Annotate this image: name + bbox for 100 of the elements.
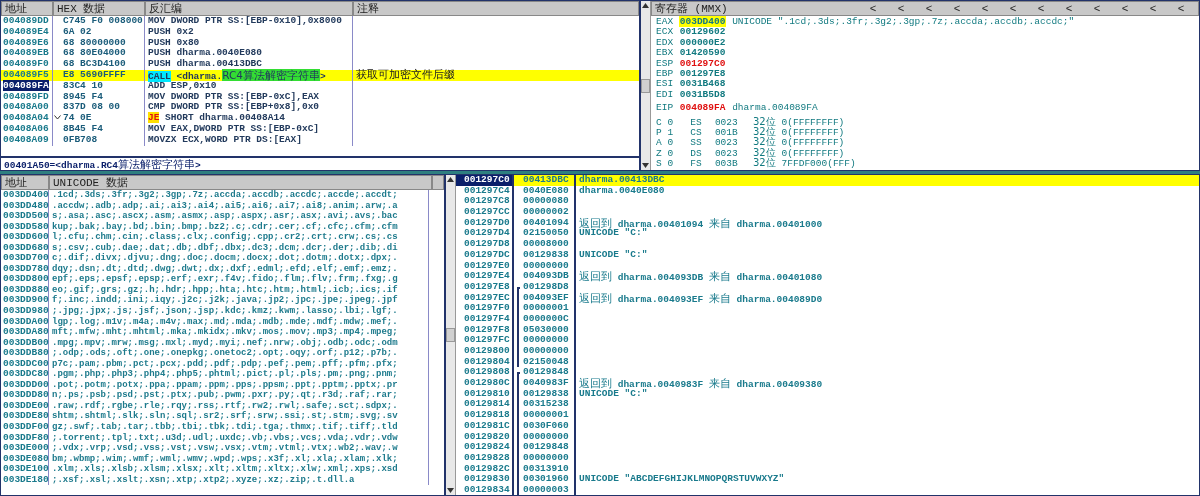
address-cell[interactable]: 003DE000 (1, 443, 49, 454)
register-value[interactable]: 000000E2 (678, 36, 727, 48)
address-cell[interactable]: 001297D0 (456, 217, 514, 229)
address-cell[interactable]: 004089F0 (3, 58, 49, 70)
address-cell[interactable]: 003DD780 (1, 263, 49, 275)
address-cell[interactable]: 001297E8 (456, 281, 514, 293)
register-value[interactable]: 0031B5D8 (678, 88, 727, 100)
address-cell[interactable]: 004089E4 (3, 25, 49, 37)
address-cell[interactable]: 003DDB00 (1, 337, 49, 349)
address-cell[interactable]: 00129824 (456, 442, 514, 453)
register-value[interactable]: 00129602 (678, 26, 727, 38)
address-cell[interactable]: 001297CC (456, 207, 514, 218)
address-cell[interactable]: 003DD980 (1, 306, 49, 317)
address-cell[interactable]: 001297E0 (456, 260, 514, 272)
address-cell[interactable]: 003DDE00 (1, 400, 49, 412)
address-cell[interactable]: 004089FA (3, 79, 49, 91)
scroll-arrow[interactable]: < (943, 1, 971, 16)
address-cell[interactable]: 003DD880 (1, 284, 49, 296)
address-cell[interactable]: 003DD600 (1, 232, 49, 243)
address-cell[interactable]: 003DDD00 (1, 379, 49, 391)
address-cell[interactable]: 003DD500 (1, 211, 49, 222)
address-cell[interactable]: 00408A06 (3, 122, 49, 134)
address-cell[interactable]: 004089DD (3, 15, 49, 26)
address-cell[interactable]: 003DDE80 (1, 411, 49, 423)
address-cell[interactable]: 003DE180 (1, 474, 49, 486)
register-value[interactable]: 004089FA (678, 102, 727, 114)
scroll-arrow[interactable]: < (1167, 1, 1195, 16)
address-cell[interactable]: 00129830 (456, 474, 514, 485)
address-cell[interactable]: 003DDA00 (1, 316, 49, 328)
register-value[interactable]: 003DD400 (678, 16, 727, 27)
address-cell[interactable]: 003DE100 (1, 464, 49, 475)
address-cell[interactable]: 004089FD (3, 90, 49, 102)
address-cell[interactable]: 003DE080 (1, 453, 49, 465)
scroll-arrow[interactable]: < (1111, 1, 1139, 16)
register-value[interactable]: 01420590 (678, 47, 727, 59)
scroll-arrow[interactable]: < (915, 1, 943, 16)
register-value[interactable]: 001297C0 (678, 57, 727, 69)
address-cell[interactable]: 00129834 (456, 484, 514, 495)
address-cell[interactable]: 001297C4 (456, 185, 514, 197)
address-cell[interactable]: 004089F5 (3, 69, 49, 80)
address-cell[interactable]: 001297E4 (456, 271, 514, 282)
address-cell[interactable]: 003DDC00 (1, 358, 49, 370)
address-cell[interactable]: 00129818 (456, 410, 514, 421)
address-cell[interactable]: 00129804 (456, 356, 514, 368)
scrollbar[interactable] (446, 175, 456, 495)
scroll-arrow[interactable]: < (1083, 1, 1111, 16)
scroll-arrow[interactable]: < (971, 1, 999, 16)
address-cell[interactable]: 001297F8 (456, 324, 514, 336)
column-header[interactable]: 地址 (1, 1, 53, 16)
address-cell[interactable]: 00129820 (456, 431, 514, 443)
address-cell[interactable]: 004089E6 (3, 36, 49, 48)
address-cell[interactable]: 003DDD80 (1, 390, 49, 401)
scroll-arrow[interactable]: < (999, 1, 1027, 16)
column-header[interactable]: UNICODE 数据 (49, 175, 432, 190)
address-cell[interactable]: 001297D4 (456, 228, 514, 240)
address-cell[interactable]: 00129808 (456, 367, 514, 379)
address-cell[interactable]: 001297EC (456, 292, 514, 304)
address-cell[interactable]: 00408A04 (3, 112, 49, 124)
column-header[interactable]: 地址 (1, 175, 49, 190)
address-cell[interactable]: 001297F0 (456, 303, 514, 314)
address-cell[interactable]: 003DD580 (1, 221, 49, 233)
address-cell[interactable]: 001297F4 (456, 313, 514, 325)
address-cell[interactable]: 001297DC (456, 249, 514, 261)
address-cell[interactable]: 003DD700 (1, 253, 49, 264)
address-cell[interactable]: 0012980C (456, 378, 514, 389)
address-cell[interactable]: 003DDC80 (1, 369, 49, 380)
scroll-thumb[interactable] (641, 78, 650, 93)
address-cell[interactable]: 003DDB80 (1, 348, 49, 359)
address-cell[interactable]: 00408A09 (3, 133, 49, 145)
scroll-arrow[interactable]: < (1055, 1, 1083, 16)
scroll-down-icon[interactable] (642, 163, 649, 168)
address-cell[interactable]: 003DDF00 (1, 422, 49, 433)
address-cell[interactable]: 001297C0 (456, 175, 514, 186)
address-cell[interactable]: 00408A00 (3, 101, 49, 113)
address-cell[interactable]: 00129810 (456, 388, 514, 400)
column-header[interactable]: 反汇编 (145, 1, 353, 16)
address-cell[interactable]: 0012981C (456, 420, 514, 432)
column-header[interactable]: 注释 (353, 1, 639, 16)
column-header[interactable]: HEX 数据 (53, 1, 145, 16)
scroll-arrow[interactable]: < (859, 1, 887, 16)
address-cell[interactable]: 003DD680 (1, 242, 49, 254)
scroll-down-icon[interactable] (447, 488, 454, 493)
address-cell[interactable]: 003DDA80 (1, 327, 49, 338)
address-cell[interactable]: 003DD480 (1, 200, 49, 212)
scroll-up-icon[interactable] (642, 3, 649, 8)
address-cell[interactable]: 00129800 (456, 346, 514, 357)
address-cell[interactable]: 0012982C (456, 463, 514, 475)
address-cell[interactable]: 003DD900 (1, 295, 49, 306)
address-cell[interactable]: 001297FC (456, 335, 514, 346)
scroll-up-icon[interactable] (447, 177, 454, 182)
scroll-arrow[interactable]: < (887, 1, 915, 16)
address-cell[interactable]: 001297C8 (456, 196, 514, 208)
register-value[interactable]: 0031B468 (678, 78, 727, 90)
scroll-thumb[interactable] (446, 328, 455, 342)
address-cell[interactable]: 00129814 (456, 399, 514, 411)
scroll-arrow[interactable]: < (1139, 1, 1167, 16)
address-cell[interactable]: 003DDF80 (1, 432, 49, 444)
scrollbar[interactable] (641, 1, 651, 170)
address-cell[interactable]: 004089EB (3, 47, 49, 59)
address-cell[interactable]: 001297D8 (456, 239, 514, 250)
